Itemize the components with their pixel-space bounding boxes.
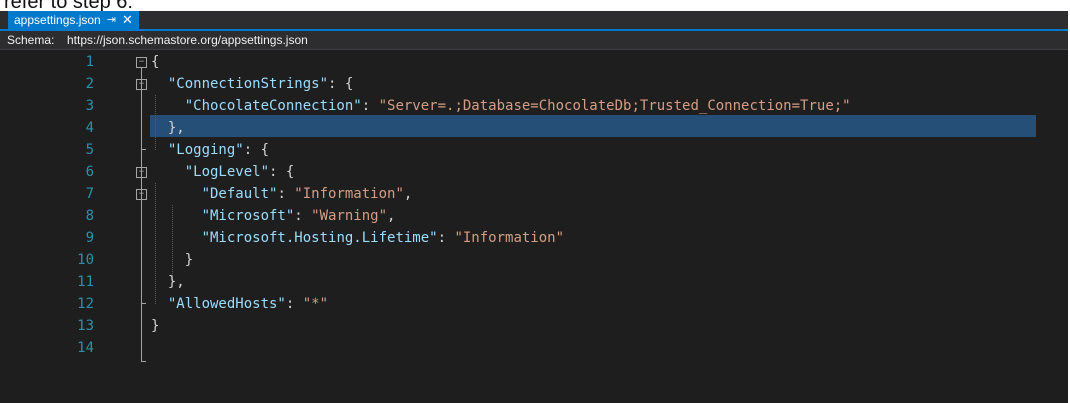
- schema-label: Schema:: [7, 33, 55, 47]
- json-punctuation: },: [151, 274, 185, 290]
- json-key: "Microsoft": [201, 208, 295, 224]
- json-key: "ConnectionStrings": [167, 76, 329, 92]
- line-code[interactable]: "Microsoft.Hosting.Lifetime": "Informati…: [151, 227, 564, 249]
- line-code[interactable]: "LogLevel": {: [151, 161, 295, 183]
- json-punctuation: [151, 230, 202, 246]
- line-number: 12: [77, 296, 94, 312]
- json-punctuation: [151, 98, 185, 114]
- document-tab-strip: appsettings.json ⇥ ✕: [0, 11, 1068, 31]
- json-punctuation: }: [151, 318, 160, 334]
- json-punctuation: [151, 208, 202, 224]
- json-string: "Information": [294, 186, 404, 202]
- json-key: "AllowedHosts": [167, 296, 286, 312]
- json-string: "Server=.;Database=ChocolateDb;Trusted_C…: [378, 98, 851, 114]
- schema-bar: Schema: https://json.schemastore.org/app…: [0, 31, 1068, 50]
- line-number: 2: [85, 76, 94, 92]
- line-code[interactable]: "AllowedHosts": "*": [151, 293, 328, 315]
- json-punctuation: },: [151, 120, 185, 136]
- line-code[interactable]: }: [151, 315, 159, 337]
- json-punctuation: [151, 76, 168, 92]
- json-string: "Information": [454, 230, 565, 246]
- editor-window: appsettings.json ⇥ ✕ Schema: https://jso…: [0, 11, 1068, 403]
- line-code[interactable]: "Microsoft": "Warning",: [151, 205, 396, 227]
- line-number: 7: [85, 186, 94, 202]
- json-punctuation: : {: [269, 164, 295, 180]
- json-punctuation: : {: [243, 142, 270, 158]
- code-line[interactable]: 2 "ConnectionStrings": {: [0, 73, 1068, 95]
- json-punctuation: [151, 296, 168, 312]
- line-number: 1: [85, 54, 94, 70]
- json-punctuation: {: [151, 54, 160, 70]
- line-number: 10: [77, 252, 94, 268]
- line-number: 9: [85, 230, 94, 246]
- close-icon[interactable]: ✕: [122, 11, 133, 29]
- code-line[interactable]: 12 "AllowedHosts": "*": [0, 293, 1068, 315]
- json-punctuation: ,: [403, 186, 413, 202]
- code-editor[interactable]: − − − − 1{2 "ConnectionStrings": {3 "Cho…: [0, 51, 1068, 403]
- line-number: 8: [85, 208, 94, 224]
- code-line[interactable]: 10 }: [0, 249, 1068, 271]
- json-punctuation: :: [285, 296, 303, 312]
- pin-icon[interactable]: ⇥: [107, 11, 116, 29]
- line-code[interactable]: "ChocolateConnection": "Server=.;Databas…: [151, 95, 851, 117]
- line-number: 4: [85, 120, 94, 136]
- line-code[interactable]: },: [151, 271, 185, 293]
- json-key: "Microsoft.Hosting.Lifetime": [201, 230, 438, 246]
- json-punctuation: :: [437, 230, 455, 246]
- code-line[interactable]: 3 "ChocolateConnection": "Server=.;Datab…: [0, 95, 1068, 117]
- line-number: 11: [77, 274, 94, 290]
- json-punctuation: : {: [328, 76, 354, 92]
- line-number: 14: [77, 340, 94, 356]
- code-line[interactable]: 4 },: [0, 117, 1068, 139]
- line-number: 13: [77, 318, 94, 334]
- code-line[interactable]: 13}: [0, 315, 1068, 337]
- document-tab[interactable]: appsettings.json ⇥ ✕: [8, 11, 139, 29]
- json-punctuation: :: [294, 208, 312, 224]
- line-code[interactable]: "Logging": {: [151, 139, 269, 161]
- line-number: 5: [85, 142, 94, 158]
- outline-end-tick: [141, 361, 146, 362]
- code-line[interactable]: 1{: [0, 51, 1068, 73]
- tab-title: appsettings.json: [14, 13, 101, 27]
- line-number: 3: [85, 98, 94, 114]
- code-line[interactable]: 6 "LogLevel": {: [0, 161, 1068, 183]
- json-string: "*": [302, 296, 329, 312]
- code-line[interactable]: 5 "Logging": {: [0, 139, 1068, 161]
- code-line[interactable]: 11 },: [0, 271, 1068, 293]
- line-code[interactable]: "Default": "Information",: [151, 183, 413, 205]
- json-punctuation: }: [151, 252, 194, 268]
- json-punctuation: [151, 186, 202, 202]
- line-code[interactable]: "ConnectionStrings": {: [151, 73, 353, 95]
- line-code[interactable]: },: [151, 117, 185, 139]
- line-number: 6: [85, 164, 94, 180]
- json-key: "LogLevel": [184, 164, 270, 180]
- line-code[interactable]: {: [151, 51, 159, 73]
- line-code[interactable]: }: [151, 249, 193, 271]
- json-string: "Warning": [311, 208, 388, 224]
- json-punctuation: [151, 164, 185, 180]
- code-line[interactable]: 14: [0, 337, 1068, 359]
- code-line[interactable]: 9 "Microsoft.Hosting.Lifetime": "Informa…: [0, 227, 1068, 249]
- json-key: "Default": [201, 186, 278, 202]
- json-key: "ChocolateConnection": [184, 98, 362, 114]
- schema-url[interactable]: https://json.schemastore.org/appsettings…: [67, 31, 308, 49]
- code-line[interactable]: 8 "Microsoft": "Warning",: [0, 205, 1068, 227]
- json-punctuation: :: [277, 186, 295, 202]
- json-punctuation: :: [361, 98, 379, 114]
- json-key: "Logging": [167, 142, 244, 158]
- json-punctuation: ,: [387, 208, 396, 224]
- code-line[interactable]: 7 "Default": "Information",: [0, 183, 1068, 205]
- json-punctuation: [151, 142, 168, 158]
